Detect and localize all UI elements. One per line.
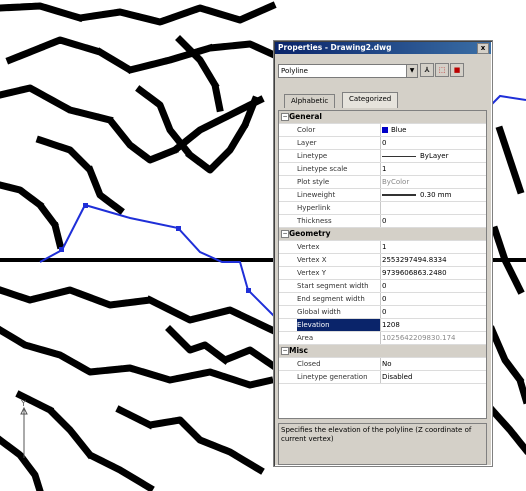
property-value[interactable]: 0 <box>382 306 484 318</box>
category-label: General <box>289 112 322 121</box>
property-row-linetype-scale[interactable]: Linetype scale 1 <box>279 163 486 176</box>
property-row-linetype-generation[interactable]: Linetype generation Disabled <box>279 371 486 384</box>
property-row-hyperlink[interactable]: Hyperlink <box>279 202 486 215</box>
property-value[interactable]: 0 <box>382 280 484 292</box>
property-name: Elevation <box>297 319 380 331</box>
property-name: Global width <box>297 308 341 316</box>
category-geometry[interactable]: − Geometry <box>279 228 486 241</box>
lineweight-sample-icon <box>382 194 416 196</box>
property-name: Start segment width <box>297 282 369 290</box>
property-row-thickness[interactable]: Thickness 0 <box>279 215 486 228</box>
property-row-area[interactable]: Area 1025642209830.174 <box>279 332 486 345</box>
properties-palette[interactable]: Properties - Drawing2.dwg x Polyline ▼ ⅄… <box>273 40 493 467</box>
category-label: Misc <box>289 346 308 355</box>
property-name: Layer <box>297 139 317 147</box>
category-misc[interactable]: − Misc <box>279 345 486 358</box>
property-name: End segment width <box>297 295 365 303</box>
property-name: Lineweight <box>297 191 336 199</box>
palette-title: Properties - Drawing2.dwg <box>278 43 392 52</box>
property-value[interactable]: Disabled <box>382 371 484 383</box>
property-row-vertex-x[interactable]: Vertex X 2553297494.8334 <box>279 254 486 267</box>
property-value[interactable]: ByLayer <box>382 150 484 162</box>
select-objects-icon: ⬚ <box>438 66 446 74</box>
property-row-color[interactable]: Color Blue <box>279 124 486 137</box>
property-description: Specifies the elevation of the polyline … <box>278 423 487 465</box>
property-name: Vertex X <box>297 256 327 264</box>
property-name: Area <box>297 334 314 342</box>
select-objects-button[interactable]: ⬚ <box>435 63 449 77</box>
toggle-pickadd-button[interactable]: ⅄ <box>420 63 434 77</box>
chevron-down-icon[interactable]: ▼ <box>406 65 417 77</box>
property-value[interactable]: Blue <box>382 124 484 136</box>
tab-categorized[interactable]: Categorized <box>342 92 399 108</box>
color-value: Blue <box>391 126 407 134</box>
elevation-input[interactable]: 1208 <box>382 319 484 331</box>
property-value[interactable]: 0 <box>382 215 484 227</box>
quick-select-icon: ■ <box>453 66 461 74</box>
quick-select-button[interactable]: ■ <box>450 63 464 77</box>
tab-alphabetic[interactable]: Alphabetic <box>284 94 336 108</box>
category-label: Geometry <box>289 229 331 238</box>
pickadd-icon: ⅄ <box>424 66 430 74</box>
property-name: Thickness <box>297 217 332 225</box>
property-value: ByColor <box>382 178 410 186</box>
ucs-icon: Y <box>20 400 28 458</box>
linetype-value: ByLayer <box>420 152 449 160</box>
close-button[interactable]: x <box>477 43 489 54</box>
property-row-global-width[interactable]: Global width 0 <box>279 306 486 319</box>
property-value[interactable]: 1 <box>382 163 484 175</box>
property-row-elevation[interactable]: Elevation 1208 <box>279 319 486 332</box>
collapse-icon[interactable]: − <box>281 347 289 355</box>
property-row-layer[interactable]: Layer 0 <box>279 137 486 150</box>
property-value: 1025642209830.174 <box>382 334 456 342</box>
property-name: Vertex <box>297 243 320 251</box>
category-general[interactable]: − General <box>279 111 486 124</box>
property-value[interactable]: 0.30 mm <box>382 189 484 201</box>
palette-titlebar[interactable]: Properties - Drawing2.dwg x <box>275 42 491 54</box>
property-value[interactable]: 9739606863.2480 <box>382 267 484 279</box>
polyline-grips[interactable] <box>59 203 251 293</box>
object-type-selector[interactable]: Polyline ▼ <box>278 64 418 78</box>
ucs-y-label: Y <box>20 400 26 408</box>
linetype-sample-icon <box>382 155 416 157</box>
property-row-vertex-y[interactable]: Vertex Y 9739606863.2480 <box>279 267 486 280</box>
color-swatch-icon <box>382 127 388 133</box>
property-name: Hyperlink <box>297 204 331 212</box>
property-name: Closed <box>297 360 321 368</box>
property-grid[interactable]: − General Color Blue Layer 0 Linetype By… <box>278 110 487 419</box>
collapse-icon[interactable]: − <box>281 230 289 238</box>
property-row-start-segment-width[interactable]: Start segment width 0 <box>279 280 486 293</box>
property-name: Color <box>297 126 316 134</box>
property-name: Linetype generation <box>297 373 368 381</box>
property-value[interactable]: 0 <box>382 293 484 305</box>
property-row-lineweight[interactable]: Lineweight 0.30 mm <box>279 189 486 202</box>
property-value[interactable]: 1 <box>382 241 484 253</box>
property-value[interactable]: 2553297494.8334 <box>382 254 484 266</box>
property-name: Linetype scale <box>297 165 348 173</box>
selector-value: Polyline <box>281 67 308 75</box>
property-row-end-segment-width[interactable]: End segment width 0 <box>279 293 486 306</box>
property-row-linetype[interactable]: Linetype ByLayer <box>279 150 486 163</box>
property-row-vertex[interactable]: Vertex 1 <box>279 241 486 254</box>
property-value[interactable]: No <box>382 358 484 370</box>
property-name: Plot style <box>297 178 330 186</box>
lineweight-value: 0.30 mm <box>420 191 452 199</box>
property-value[interactable]: 0 <box>382 137 484 149</box>
property-name: Linetype <box>297 152 328 160</box>
collapse-icon[interactable]: − <box>281 113 289 121</box>
property-row-plot-style[interactable]: Plot style ByColor <box>279 176 486 189</box>
property-row-closed[interactable]: Closed No <box>279 358 486 371</box>
property-name: Vertex Y <box>297 269 327 277</box>
